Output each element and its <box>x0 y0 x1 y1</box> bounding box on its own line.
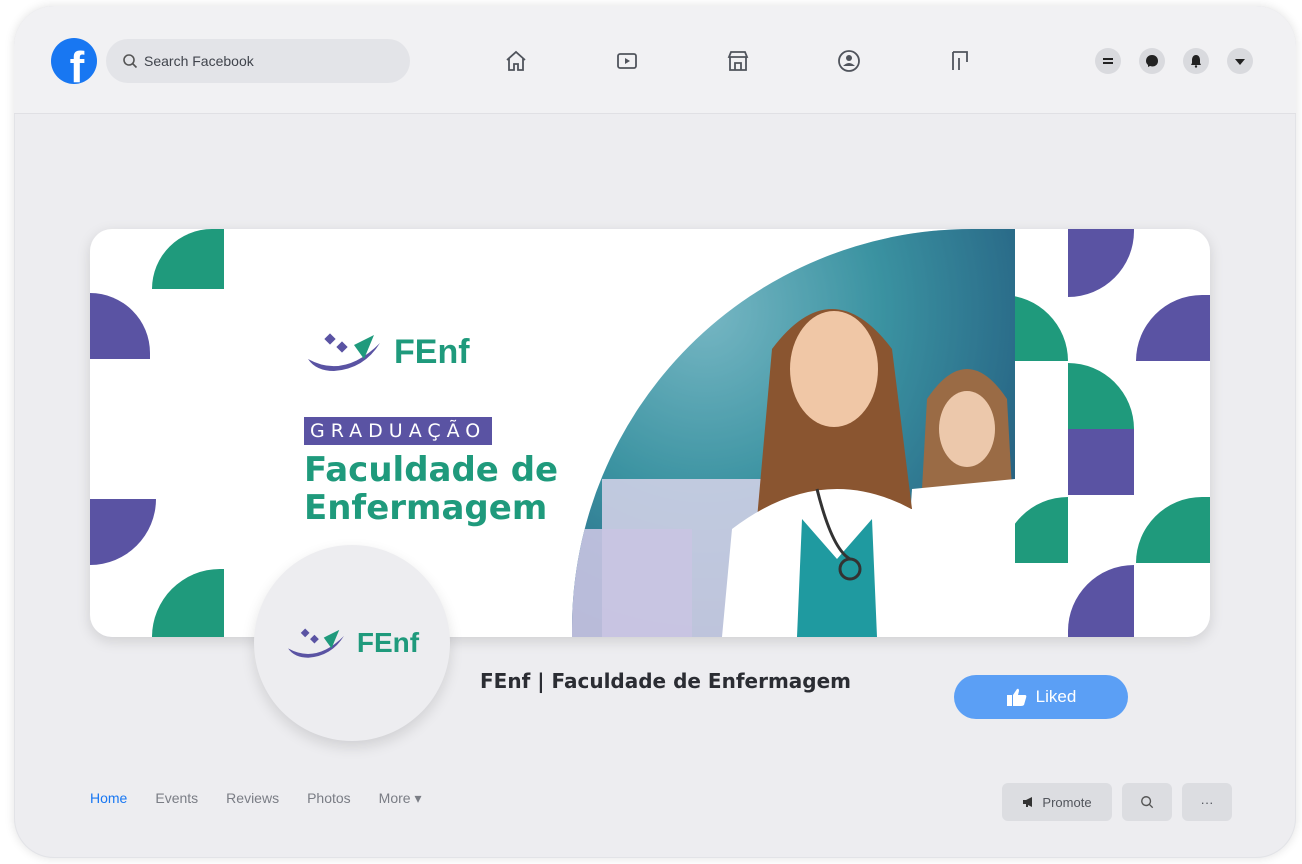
search-input[interactable]: Search Facebook <box>106 39 410 83</box>
marketplace-icon[interactable] <box>723 46 753 76</box>
promote-button[interactable]: Promote <box>1002 783 1112 821</box>
decor-shape <box>152 569 224 637</box>
liked-button[interactable]: Liked <box>954 675 1128 719</box>
avatar-brand-logo: FEnf <box>285 625 419 661</box>
decor-shape <box>90 499 156 565</box>
decor-shape <box>1068 565 1134 637</box>
messenger-icon[interactable] <box>1139 48 1165 74</box>
decor-shape <box>1068 363 1134 429</box>
page-search-button[interactable] <box>1122 783 1172 821</box>
cover-headline: Faculdade de Enfermagem <box>304 451 574 527</box>
tab-reviews[interactable]: Reviews <box>226 790 279 807</box>
search-icon <box>1141 796 1154 809</box>
browser-frame: f Search Facebook FEnf GRADUAÇÃO Faculda… <box>14 6 1296 858</box>
fenf-logo-icon <box>287 628 344 658</box>
page-title: FEnf | Faculdade de Enfermagem <box>480 669 852 693</box>
headline-line-2: Enfermagem <box>304 488 548 528</box>
watch-icon[interactable] <box>612 46 642 76</box>
search-placeholder: Search Facebook <box>144 53 254 69</box>
home-icon[interactable] <box>501 46 531 76</box>
thumbs-up-icon <box>1006 688 1027 706</box>
decor-shape <box>1136 497 1210 563</box>
decor-shape <box>1068 229 1134 297</box>
tab-home[interactable]: Home <box>90 790 127 807</box>
tab-events[interactable]: Events <box>155 790 198 807</box>
nursing-students-illustration <box>572 229 1015 637</box>
decor-shape <box>152 229 224 289</box>
notifications-icon[interactable] <box>1183 48 1209 74</box>
groups-icon[interactable] <box>834 46 864 76</box>
gaming-icon[interactable] <box>945 46 975 76</box>
cover-photo: FEnf GRADUAÇÃO Faculdade de Enfermagem <box>90 229 1210 637</box>
menu-icon[interactable] <box>1095 48 1121 74</box>
decor-shape <box>1136 295 1210 361</box>
tab-more[interactable]: More ▾ <box>379 790 422 807</box>
fenf-logo-icon <box>308 333 380 371</box>
liked-button-label: Liked <box>1035 687 1077 706</box>
top-navigation-bar: f Search Facebook <box>14 6 1296 114</box>
cover-logo-text: FEnf <box>394 332 470 371</box>
students-photo <box>572 229 1015 637</box>
account-dropdown-icon[interactable] <box>1227 48 1253 74</box>
avatar-logo-text: FEnf <box>356 627 420 658</box>
facebook-logo-icon[interactable]: f <box>51 38 97 84</box>
page-avatar[interactable]: FEnf <box>254 545 450 741</box>
decor-shape <box>90 293 150 359</box>
search-icon <box>123 54 138 69</box>
graduacao-label: GRADUAÇÃO <box>304 417 493 445</box>
promote-label: Promote <box>1042 794 1092 810</box>
cover-brand-logo: FEnf <box>304 329 470 375</box>
page-tabs: Home Events Reviews Photos More ▾ <box>90 790 422 807</box>
more-options-label: ··· <box>1200 794 1214 810</box>
decor-shape <box>1068 429 1134 495</box>
tab-photos[interactable]: Photos <box>307 790 351 807</box>
megaphone-icon <box>1023 797 1033 807</box>
headline-line-1: Faculdade de <box>304 450 559 490</box>
more-options-button[interactable]: ··· <box>1182 783 1232 821</box>
